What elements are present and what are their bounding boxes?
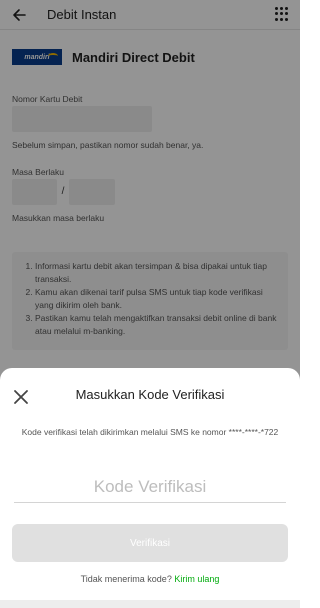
sms-description: Kode verifikasi telah dikirimkan melalui… [21,427,279,437]
resend-row: Tidak menerima kode? Kirim ulang [0,574,300,584]
verification-code-input[interactable] [14,471,286,503]
resend-link[interactable]: Kirim ulang [174,574,219,584]
resend-prompt: Tidak menerima kode? [80,574,172,584]
verification-sheet: Masukkan Kode Verifikasi Kode verifikasi… [0,368,300,608]
verify-button[interactable]: Verifikasi [12,524,288,562]
close-icon [14,390,28,404]
close-button[interactable] [12,388,30,406]
bottom-bar [0,600,300,608]
sheet-title: Masukkan Kode Verifikasi [75,387,225,402]
